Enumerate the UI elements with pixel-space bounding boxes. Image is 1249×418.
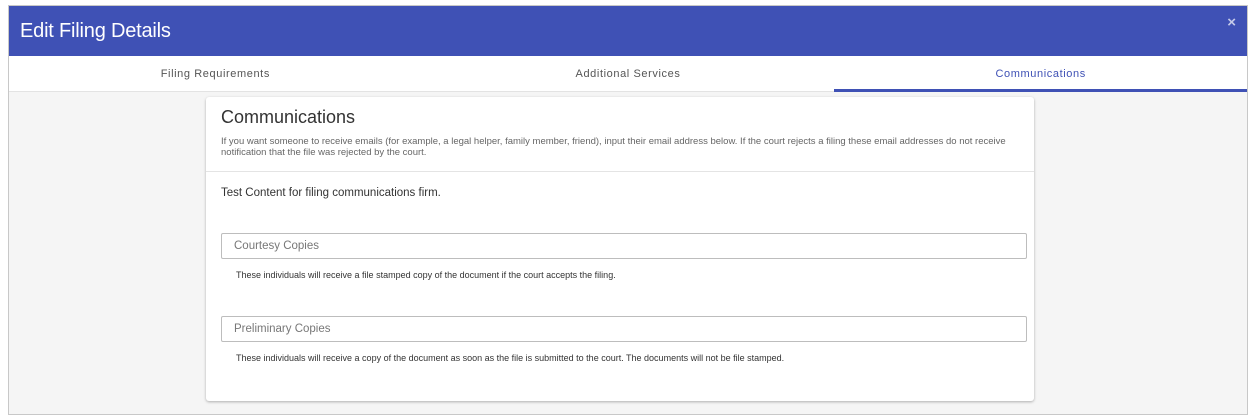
tab-bar: Filing Requirements Additional Services …: [9, 56, 1247, 92]
modal-header: Edit Filing Details ×: [9, 6, 1247, 56]
card-description: If you want someone to receive emails (f…: [221, 136, 1006, 158]
card-body: Test Content for filing communications f…: [206, 187, 1034, 363]
communications-card: Communications If you want someone to re…: [206, 97, 1034, 401]
tab-additional-services[interactable]: Additional Services: [422, 56, 835, 91]
tab-filing-requirements[interactable]: Filing Requirements: [9, 56, 422, 91]
courtesy-copies-hint: These individuals will receive a file st…: [236, 270, 616, 280]
test-content-text: Test Content for filing communications f…: [221, 187, 441, 199]
modal-title: Edit Filing Details: [20, 19, 171, 42]
card-header: Communications If you want someone to re…: [206, 97, 1034, 172]
preliminary-copies-hint: These individuals will receive a copy of…: [236, 353, 785, 363]
card-title: Communications: [221, 107, 356, 127]
preliminary-copies-input[interactable]: Preliminary Copies: [221, 316, 1027, 342]
tab-communications[interactable]: Communications: [834, 56, 1247, 92]
close-icon[interactable]: ×: [1227, 15, 1236, 30]
courtesy-copies-input[interactable]: Courtesy Copies: [221, 233, 1027, 259]
